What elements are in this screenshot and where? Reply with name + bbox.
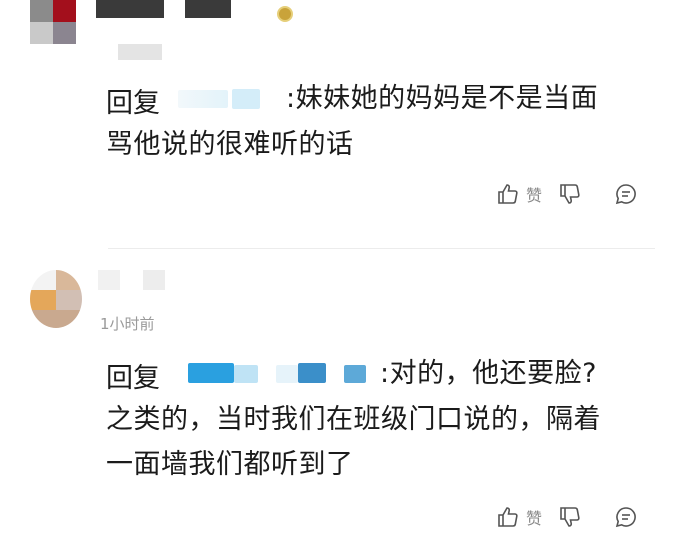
reply-target-redacted[interactable] (298, 363, 326, 383)
thumbs-down-icon[interactable] (558, 182, 582, 206)
comment-text: :对的，他还要脸? (380, 358, 597, 389)
badge-icon (277, 6, 293, 22)
timestamp-redacted (118, 44, 162, 60)
username[interactable] (96, 0, 164, 18)
username-redacted (185, 0, 231, 18)
comment-icon[interactable] (614, 182, 638, 206)
comment-actions: 赞 (496, 505, 638, 529)
like-label[interactable]: 赞 (526, 505, 542, 529)
reply-target-redacted[interactable] (344, 365, 366, 383)
comment-text: :妹妹她的妈妈是不是当面 (286, 83, 599, 114)
thumbs-up-icon[interactable] (496, 505, 520, 529)
username-redacted[interactable] (98, 270, 120, 290)
comment-actions: 赞 (496, 182, 638, 206)
comment-text-line2: 之类的，当时我们在班级门口说的，隔着 (106, 404, 601, 435)
reply-target-redacted[interactable] (276, 365, 298, 383)
reply-prefix: 回复 (106, 363, 160, 394)
reply-target-redacted[interactable] (234, 365, 258, 383)
username-redacted[interactable] (143, 270, 165, 290)
comment-icon[interactable] (614, 505, 638, 529)
reply-target-redacted[interactable] (232, 89, 260, 109)
comment-text-line2: 骂他说的很难听的话 (106, 129, 354, 160)
comment-text-line3: 一面墙我们都听到了 (106, 449, 354, 480)
reply-target-redacted[interactable] (178, 90, 228, 108)
like-label[interactable]: 赞 (526, 182, 542, 206)
comment-divider (108, 248, 655, 249)
thumbs-up-icon[interactable] (496, 182, 520, 206)
avatar[interactable] (30, 0, 76, 44)
reply-target-redacted[interactable] (188, 363, 234, 383)
avatar[interactable] (30, 270, 82, 328)
timestamp: 1小时前 (100, 315, 155, 333)
reply-prefix: 回复 (106, 88, 160, 119)
thumbs-down-icon[interactable] (558, 505, 582, 529)
